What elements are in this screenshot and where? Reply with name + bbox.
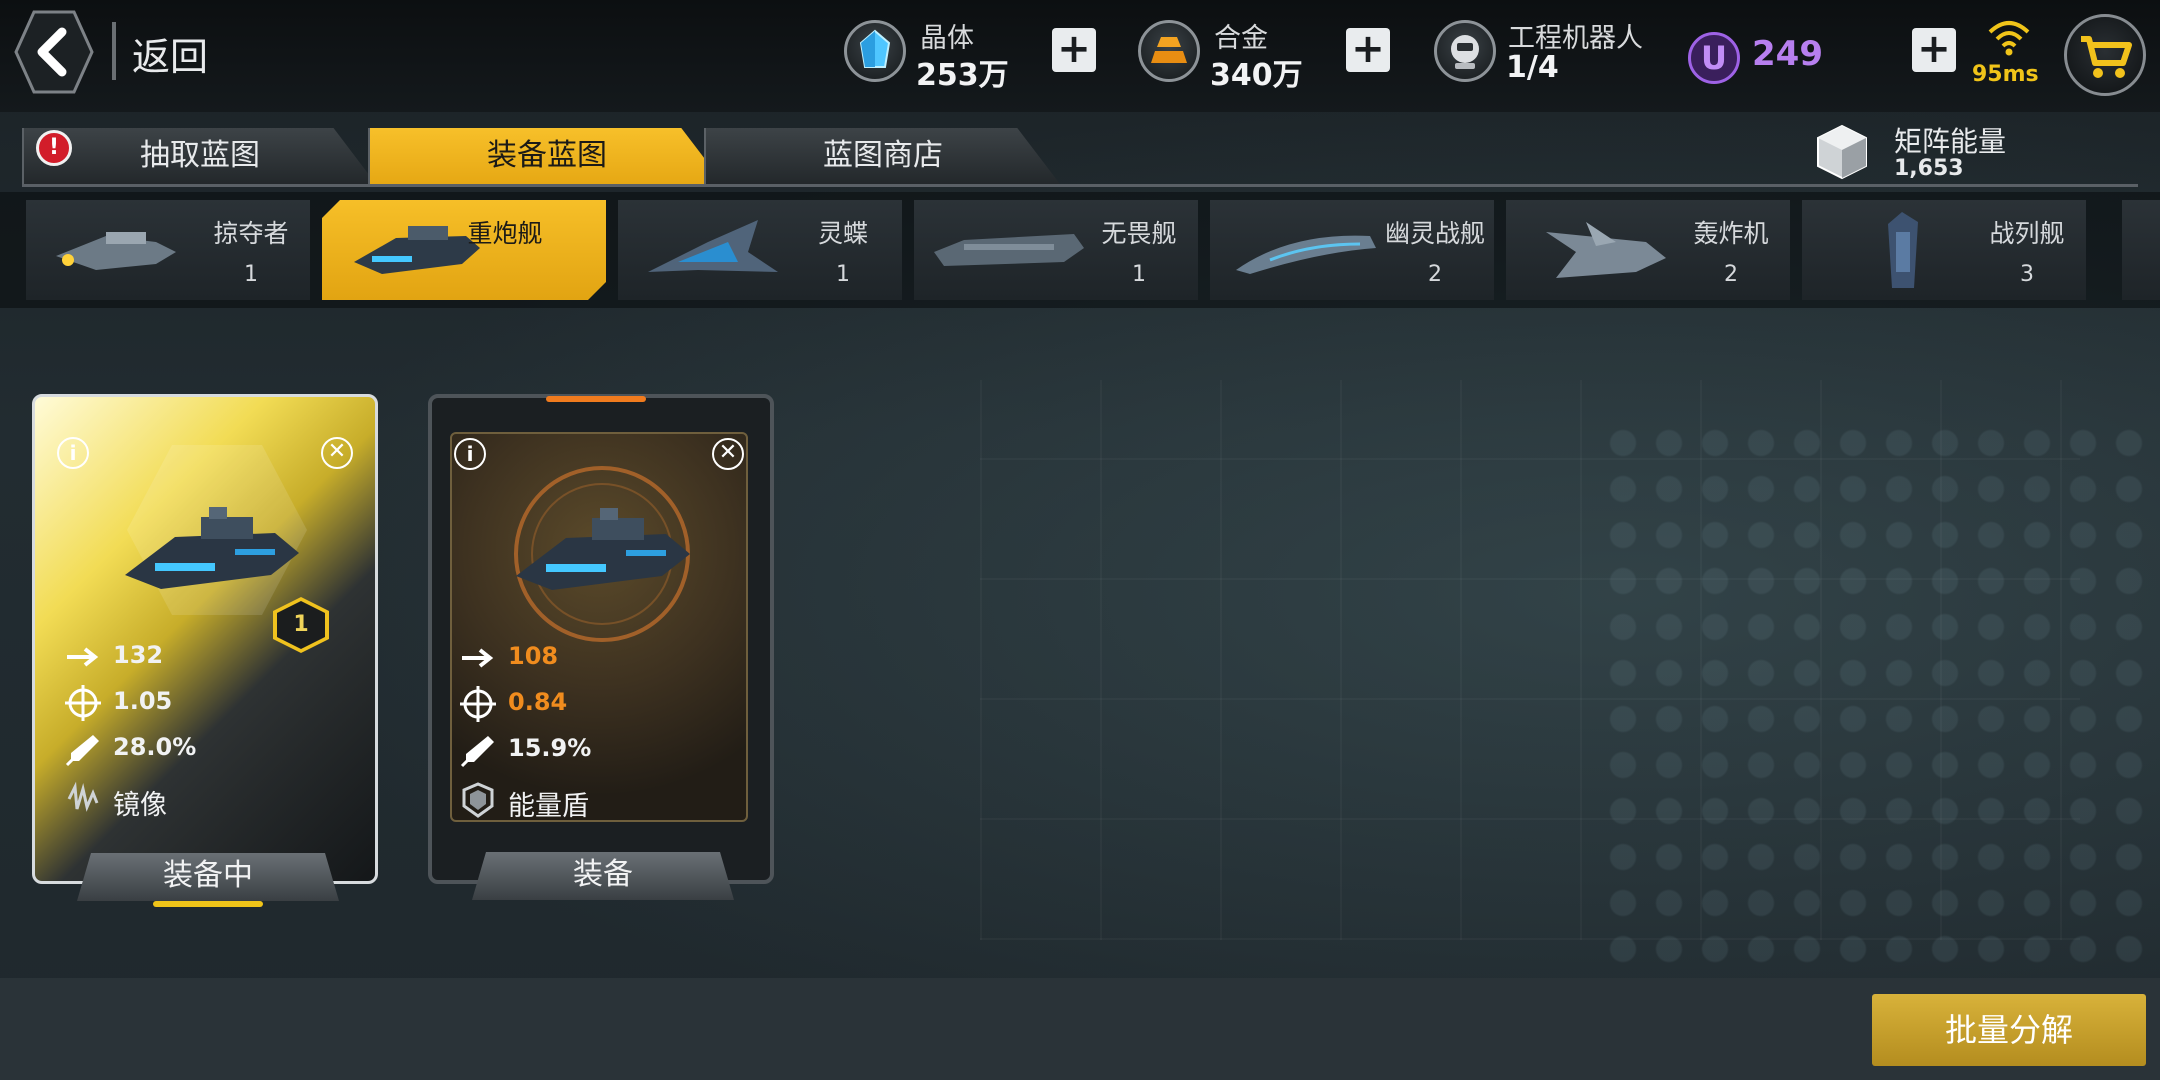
- alloy-value: 340万: [1210, 58, 1303, 93]
- matrix-cube-icon: [1817, 124, 1867, 180]
- background-dots: [1600, 420, 2160, 980]
- heavy-gunship-image: [125, 507, 299, 589]
- speed-arrow-icon: [67, 647, 99, 667]
- category-count: 3: [2020, 262, 2034, 287]
- category-count: 2: [1724, 262, 1738, 287]
- back-label: 返回: [132, 35, 209, 79]
- equipped-button[interactable]: 装备中: [77, 853, 339, 901]
- ping-label: 95ms: [1972, 62, 2039, 87]
- missile-icon: [460, 736, 494, 768]
- bottom-band: [0, 978, 2160, 1080]
- crosshair-icon: [460, 686, 496, 722]
- category-plunderer[interactable]: 掠夺者 1: [26, 200, 310, 300]
- category-count: 1: [836, 262, 850, 287]
- add-crystal-button[interactable]: +: [1052, 28, 1096, 72]
- alert-badge: !: [36, 130, 72, 166]
- cart-icon: [2081, 36, 2132, 78]
- category-battleship[interactable]: 战列舰 3: [1802, 200, 2086, 300]
- tabs-underline: [22, 184, 2138, 187]
- add-u-coin-button[interactable]: +: [1912, 28, 1956, 72]
- close-icon[interactable]: ✕: [712, 438, 744, 470]
- dreadnought-ship-icon: [934, 234, 1084, 266]
- tab-blueprint-shop[interactable]: 蓝图商店: [704, 128, 1060, 184]
- category-name: 战列舰: [1989, 219, 2065, 248]
- robot-icon: [1434, 20, 1496, 82]
- tab-equip-blueprint[interactable]: 装备蓝图: [368, 128, 724, 184]
- equipped-indicator: [153, 901, 263, 907]
- bulk-decompose-button[interactable]: 批量分解: [1872, 994, 2146, 1066]
- category-dreadnought[interactable]: 无畏舰 1: [914, 200, 1198, 300]
- crystal-value: 253万: [916, 58, 1009, 93]
- add-alloy-button[interactable]: +: [1346, 28, 1390, 72]
- shop-cart-button[interactable]: [2064, 14, 2146, 96]
- category-bomber[interactable]: 轰炸机 2: [1506, 200, 1790, 300]
- accuracy-value: 0.84: [508, 688, 568, 716]
- ghost-warship-icon: [1236, 235, 1376, 274]
- info-icon[interactable]: i: [454, 438, 486, 470]
- rank-badge: 1: [273, 597, 329, 653]
- u-coin-value: 249: [1752, 34, 1823, 74]
- battleship-ship-icon: [1888, 212, 1918, 288]
- back-button[interactable]: [14, 10, 94, 94]
- spirit-butterfly-ship-icon: [648, 220, 778, 272]
- robot-value: 1/4: [1506, 50, 1559, 85]
- crystal-icon: [844, 20, 906, 82]
- speed-value: 108: [508, 642, 559, 670]
- blueprint-card-equipped[interactable]: i ✕ 1 132 1.05 28.0% 镜像 装备中: [32, 394, 378, 907]
- category-name: 幽灵战舰: [1384, 219, 1485, 248]
- wifi-icon: [1988, 21, 2030, 56]
- category-count: 1: [244, 262, 258, 287]
- category-name: 轰炸机: [1693, 219, 1769, 248]
- category-ghost-warship[interactable]: 幽灵战舰 2: [1210, 200, 1494, 300]
- close-icon[interactable]: ✕: [321, 437, 353, 469]
- missile-icon: [65, 735, 99, 767]
- category-count: 2: [1428, 262, 1442, 287]
- robot-resource: 工程机器人 1/4: [1434, 16, 1674, 90]
- accuracy-value: 1.05: [113, 687, 173, 715]
- category-name: 重炮舰: [467, 219, 543, 248]
- card-top-glow: [546, 396, 646, 402]
- crosshair-icon: [65, 685, 101, 721]
- info-icon[interactable]: i: [57, 437, 89, 469]
- back-arrow-icon: [14, 10, 94, 94]
- category-heavy-gunship[interactable]: 重炮舰: [322, 200, 606, 300]
- category-next-partial[interactable]: [2122, 200, 2160, 300]
- crystal-resource: 晶体 253万: [844, 16, 1084, 93]
- back-divider: [112, 22, 116, 80]
- alloy-icon: [1138, 20, 1200, 82]
- category-spirit-butterfly[interactable]: 灵蝶 1: [618, 200, 902, 300]
- skill-name: 镜像: [113, 790, 167, 821]
- blueprint-card[interactable]: i ✕ 108 0.84 15.9% 能量盾 装备: [428, 394, 774, 884]
- bomber-ship-icon: [1546, 222, 1666, 278]
- equip-button[interactable]: 装备: [472, 852, 734, 900]
- energy-shield-icon: [462, 782, 494, 818]
- category-count: 1: [1132, 262, 1146, 287]
- u-coin-icon: U: [1688, 32, 1740, 84]
- alloy-resource: 合金 340万: [1138, 16, 1378, 93]
- plunderer-ship-icon: [56, 232, 176, 270]
- matrix-energy-label: 矩阵能量: [1894, 125, 2007, 158]
- category-name: 掠夺者: [213, 219, 289, 248]
- mirror-skill-icon: [67, 781, 99, 812]
- skill-name: 能量盾: [508, 791, 589, 822]
- heavy-gunship-image: [516, 508, 690, 590]
- rate-value: 15.9%: [508, 734, 592, 762]
- tab-draw-blueprint[interactable]: 抽取蓝图: [22, 128, 376, 184]
- matrix-energy-value: 1,653: [1894, 156, 1964, 181]
- rate-value: 28.0%: [113, 733, 197, 761]
- speed-arrow-icon: [462, 648, 494, 668]
- category-name: 无畏舰: [1101, 219, 1177, 248]
- category-name: 灵蝶: [817, 219, 868, 248]
- speed-value: 132: [113, 641, 164, 669]
